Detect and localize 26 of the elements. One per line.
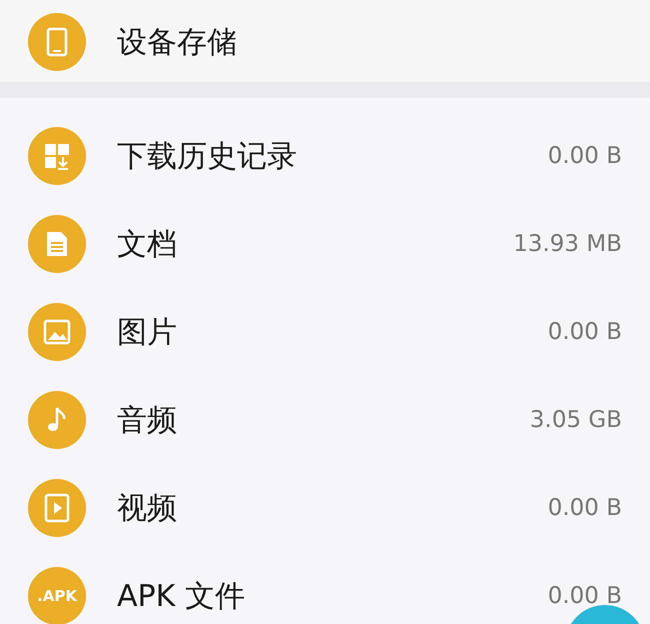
grid-download-icon: [43, 142, 71, 170]
category-label: 音频: [117, 402, 177, 440]
category-row[interactable]: 下载历史记录 0.00 B: [0, 112, 650, 200]
category-label: 视频: [117, 490, 177, 528]
category-row[interactable]: 视频 0.00 B: [0, 464, 650, 552]
category-size: 3.05 GB: [530, 406, 622, 435]
category-row[interactable]: 音频 3.05 GB: [0, 376, 650, 464]
category-label: 下载历史记录: [117, 138, 297, 176]
category-row[interactable]: 图片 0.00 B: [0, 288, 650, 376]
category-size: 13.93 MB: [513, 230, 622, 259]
category-label: 图片: [117, 314, 177, 352]
category-size: 0.00 B: [548, 582, 622, 611]
category-size: 0.00 B: [548, 494, 622, 523]
document-icon: [45, 230, 69, 258]
category-row[interactable]: 文档 13.93 MB: [0, 200, 650, 288]
category-size: 0.00 B: [548, 318, 622, 347]
image-icon: [43, 319, 71, 345]
tablet-icon: [46, 27, 68, 57]
category-label: 设备存储: [117, 24, 237, 62]
category-row[interactable]: .APK APK 文件 0.00 B: [0, 552, 650, 624]
category-label: 文档: [117, 226, 177, 264]
music-note-icon: [47, 406, 67, 434]
apk-icon-label: .APK: [37, 586, 77, 607]
category-label: APK 文件: [117, 578, 245, 616]
category-size: 0.00 B: [548, 142, 622, 171]
video-icon: [44, 493, 70, 523]
